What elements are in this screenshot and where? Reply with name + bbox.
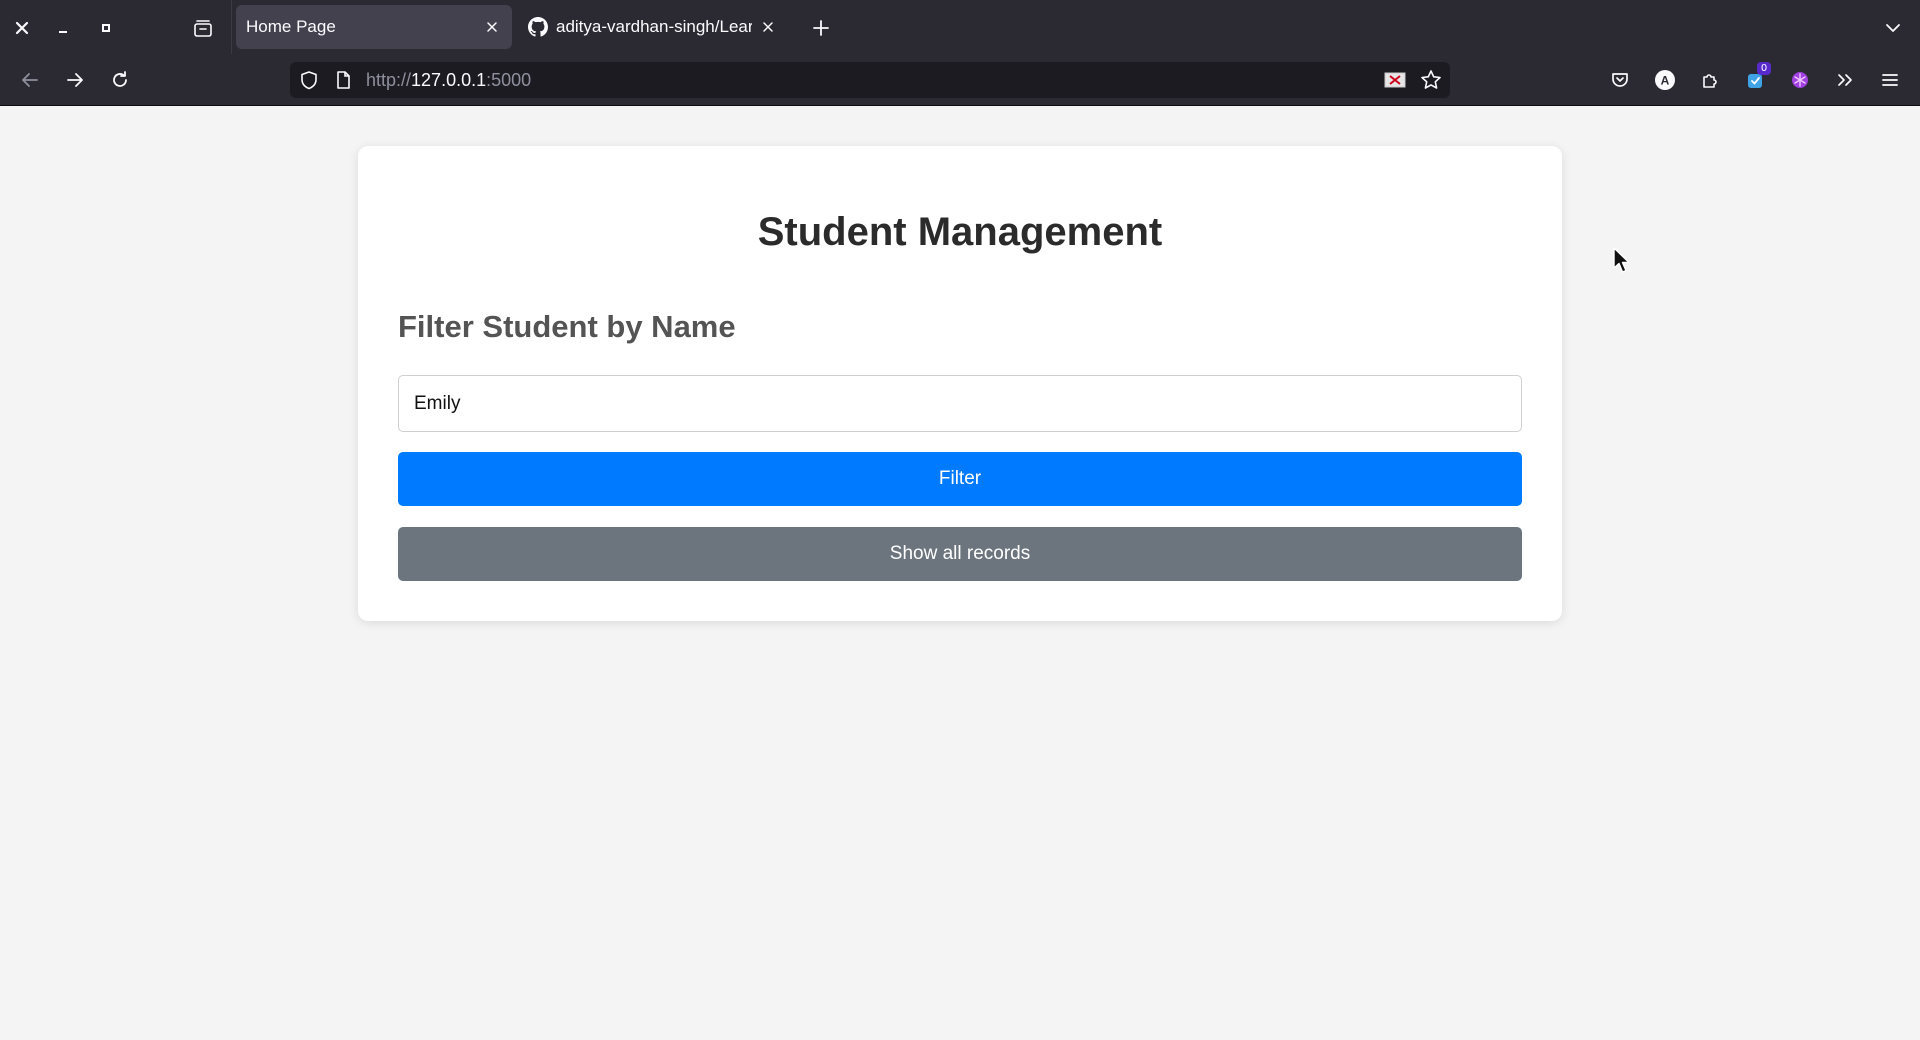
mouse-cursor-icon: [1613, 247, 1633, 275]
student-name-input[interactable]: [398, 375, 1522, 432]
forward-arrow-icon[interactable]: [59, 64, 91, 96]
addon-badge-count: 0: [1757, 62, 1771, 75]
reload-icon[interactable]: [104, 64, 136, 96]
show-all-records-button[interactable]: Show all records: [398, 527, 1522, 581]
account-initial: A: [1661, 74, 1670, 88]
tab-close-icon[interactable]: [758, 17, 778, 37]
star-icon[interactable]: [1419, 68, 1443, 92]
tab-home-page[interactable]: Home Page: [236, 5, 512, 49]
chevron-down-icon[interactable]: [1878, 13, 1908, 43]
account-avatar-icon[interactable]: A: [1649, 64, 1681, 96]
hamburger-menu-icon[interactable]: [1874, 64, 1906, 96]
tab-close-icon[interactable]: [482, 17, 502, 37]
window-maximize-icon[interactable]: [91, 13, 121, 43]
page-icon[interactable]: [332, 69, 354, 91]
window-minimize-icon[interactable]: [48, 13, 78, 43]
new-tab-plus-icon[interactable]: [806, 13, 836, 43]
tab-bar: Home Page aditya-vardhan-singh/Learn: [0, 0, 1920, 54]
url-suffix: :5000: [486, 70, 532, 90]
page-title: Student Management: [757, 210, 1163, 254]
url-text[interactable]: http://127.0.0.1:5000: [366, 70, 531, 91]
navigation-toolbar: http://127.0.0.1:5000 A 0: [0, 54, 1920, 106]
section-title: Filter Student by Name: [398, 309, 736, 344]
addon-badge-icon[interactable]: 0: [1739, 62, 1771, 96]
pocket-icon[interactable]: [1604, 64, 1636, 96]
snowflake-addon-icon[interactable]: [1784, 64, 1816, 96]
tab-list-icon[interactable]: [188, 13, 218, 43]
url-prefix: http://: [366, 70, 412, 90]
github-icon: [528, 17, 548, 37]
puzzle-icon[interactable]: [1694, 64, 1726, 96]
tab-github[interactable]: aditya-vardhan-singh/Learn: [518, 5, 788, 49]
tab-separator: [231, 0, 232, 54]
window-close-icon[interactable]: [7, 13, 37, 43]
tab-title: aditya-vardhan-singh/Learn: [556, 17, 752, 36]
student-management-card: Student Management Filter Student by Nam…: [358, 146, 1562, 621]
double-chevron-icon[interactable]: [1829, 64, 1861, 96]
shield-icon[interactable]: [298, 69, 320, 91]
url-host: 127.0.0.1: [411, 70, 487, 90]
tab-title: Home Page: [246, 17, 336, 36]
url-bar[interactable]: http://127.0.0.1:5000: [290, 62, 1450, 98]
filter-button[interactable]: Filter: [398, 452, 1522, 506]
back-arrow-icon[interactable]: [14, 64, 46, 96]
blocked-image-icon[interactable]: [1384, 70, 1406, 90]
